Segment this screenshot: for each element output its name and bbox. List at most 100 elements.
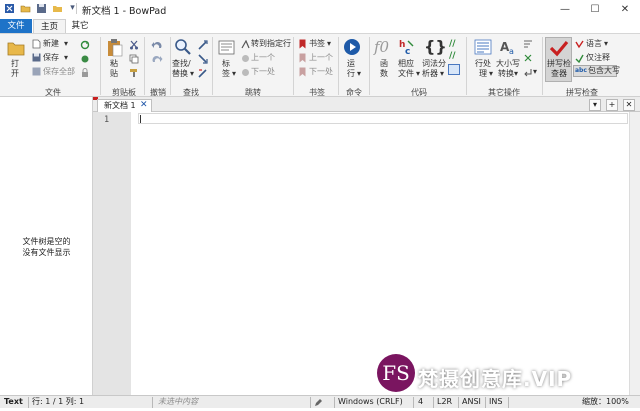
- status-direction[interactable]: L2R: [437, 396, 452, 408]
- group-separator: [338, 37, 339, 95]
- goto-line-icon: [241, 39, 250, 52]
- reload-icon[interactable]: [80, 40, 90, 53]
- tags-label-top: 标: [222, 59, 230, 68]
- status-tab-width[interactable]: 4: [418, 396, 423, 408]
- paste-icon[interactable]: [106, 38, 124, 60]
- new-button[interactable]: 新建: [43, 39, 59, 49]
- bookmark-button[interactable]: 书签: [309, 39, 325, 49]
- app-icon[interactable]: [4, 3, 15, 14]
- tags-icon[interactable]: [218, 39, 235, 59]
- tab-list-dropdown-button[interactable]: ▾: [589, 99, 601, 111]
- line-number: 1: [104, 115, 110, 125]
- save-icon[interactable]: [36, 3, 47, 14]
- wrap-icon[interactable]: [523, 67, 533, 80]
- status-insert-mode[interactable]: INS: [489, 396, 502, 408]
- save-button[interactable]: 保存: [43, 53, 59, 63]
- goto-line-button[interactable]: 转到指定行: [251, 39, 291, 49]
- group-separator: [466, 37, 467, 95]
- bookmark-next-button[interactable]: 下一处: [309, 67, 333, 77]
- wrap-dropdown-icon[interactable]: ▾: [533, 67, 537, 77]
- function-label-bottom: 数: [380, 69, 388, 78]
- bookmark-dropdown-icon[interactable]: ▾: [327, 39, 331, 49]
- status-separator: [310, 397, 311, 408]
- code-view-icon[interactable]: [448, 64, 460, 75]
- comments-only-toggle[interactable]: 仅注释: [586, 53, 610, 63]
- open-folder-icon[interactable]: [20, 3, 31, 14]
- svg-text:c: c: [405, 47, 410, 56]
- status-zoom[interactable]: 缩放：100%: [582, 396, 629, 408]
- copy-icon[interactable]: [129, 54, 139, 67]
- function-label-top: 函: [380, 59, 388, 68]
- find-next-icon[interactable]: [198, 40, 208, 53]
- status-mode[interactable]: Text: [4, 396, 23, 408]
- vertical-scrollbar[interactable]: [629, 112, 640, 395]
- find-replace-icon[interactable]: [174, 38, 192, 59]
- save-all-button[interactable]: 保存全部: [43, 67, 75, 77]
- find-dropdown-icon[interactable]: ▾: [190, 69, 194, 79]
- open-file-label-top: 打: [11, 59, 19, 68]
- line-ops-dropdown-icon[interactable]: ▾: [489, 69, 493, 79]
- goto-prev-button[interactable]: 上一个: [251, 53, 275, 63]
- lock-icon[interactable]: [80, 68, 90, 81]
- minimize-button[interactable]: —: [550, 0, 580, 19]
- lexer-label-top: 词法分: [422, 59, 446, 68]
- open-file-icon[interactable]: [7, 40, 25, 59]
- language-button[interactable]: 语言: [586, 39, 602, 49]
- new-dropdown-icon[interactable]: ▾: [64, 39, 68, 49]
- group-separator: [100, 37, 101, 95]
- comment-icon[interactable]: //: [449, 39, 456, 49]
- run-icon[interactable]: [343, 38, 361, 59]
- maximize-button[interactable]: ☐: [580, 0, 610, 19]
- save-doc-icon: [32, 53, 41, 65]
- status-position: 行: 1 / 1 列: 1: [32, 397, 85, 406]
- related-file-dropdown-icon[interactable]: ▾: [416, 69, 420, 79]
- status-bar: Text 行: 1 / 1 列: 1 未选中内容 Windows (CRLF) …: [0, 395, 640, 408]
- line-ops-icon[interactable]: [474, 38, 492, 59]
- tab-other[interactable]: 其它: [68, 19, 92, 33]
- related-file-label-bottom: 文件: [398, 69, 414, 78]
- case-convert-icon[interactable]: Aa: [499, 38, 517, 59]
- spell-check-icon: [549, 39, 569, 60]
- related-file-icon[interactable]: hc: [398, 38, 416, 59]
- goto-next-icon: [241, 68, 250, 80]
- run-dropdown-icon[interactable]: ▾: [357, 69, 361, 79]
- status-edit-icon: [314, 396, 323, 408]
- trim-icon[interactable]: [523, 53, 533, 66]
- folder-icon[interactable]: [52, 3, 63, 14]
- status-separator: [458, 397, 459, 408]
- lexer-dropdown-icon[interactable]: ▾: [440, 69, 444, 79]
- status-encoding[interactable]: ANSI: [462, 396, 481, 408]
- save-all-icon: [32, 67, 41, 79]
- include-upper-label: 包含大写: [588, 66, 620, 75]
- language-dropdown-icon[interactable]: ▾: [604, 39, 608, 49]
- case-convert-dropdown-icon[interactable]: ▾: [514, 69, 518, 79]
- new-tab-button[interactable]: +: [606, 99, 618, 111]
- tab-file[interactable]: 文件: [0, 19, 32, 33]
- cut-icon[interactable]: [129, 40, 139, 53]
- find-select-icon[interactable]: [198, 68, 208, 81]
- tab-home[interactable]: 主页: [33, 19, 66, 33]
- case-convert-label-bottom: 转换: [498, 69, 514, 78]
- close-doc-icon[interactable]: [80, 54, 90, 67]
- close-tab-button[interactable]: ✕: [623, 99, 635, 111]
- save-dropdown-icon[interactable]: ▾: [64, 53, 68, 63]
- goto-next-button[interactable]: 下一处: [251, 67, 275, 77]
- line-ops-label-top: 行处: [475, 59, 491, 68]
- format-painter-icon[interactable]: [129, 68, 139, 81]
- function-icon[interactable]: f0: [374, 38, 389, 56]
- close-button[interactable]: ✕: [610, 0, 640, 19]
- status-line-ending[interactable]: Windows (CRLF): [338, 396, 403, 408]
- undo-icon[interactable]: [151, 40, 163, 53]
- redo-icon[interactable]: [151, 54, 163, 67]
- editor-text-area[interactable]: [131, 112, 629, 395]
- file-tree-empty-message: 文件树是空的 没有文件显示: [0, 236, 93, 258]
- tags-dropdown-icon[interactable]: ▾: [232, 69, 236, 79]
- document-tab-close-icon[interactable]: ✕: [140, 99, 150, 111]
- sort-icon[interactable]: [523, 39, 533, 52]
- find-prev-icon[interactable]: [198, 54, 208, 67]
- group-separator: [542, 37, 543, 95]
- bookmark-prev-button[interactable]: 上一个: [309, 53, 333, 63]
- lexer-icon[interactable]: {}: [424, 37, 447, 56]
- uncomment-icon[interactable]: //: [449, 51, 456, 61]
- document-tab-bar: [93, 97, 640, 112]
